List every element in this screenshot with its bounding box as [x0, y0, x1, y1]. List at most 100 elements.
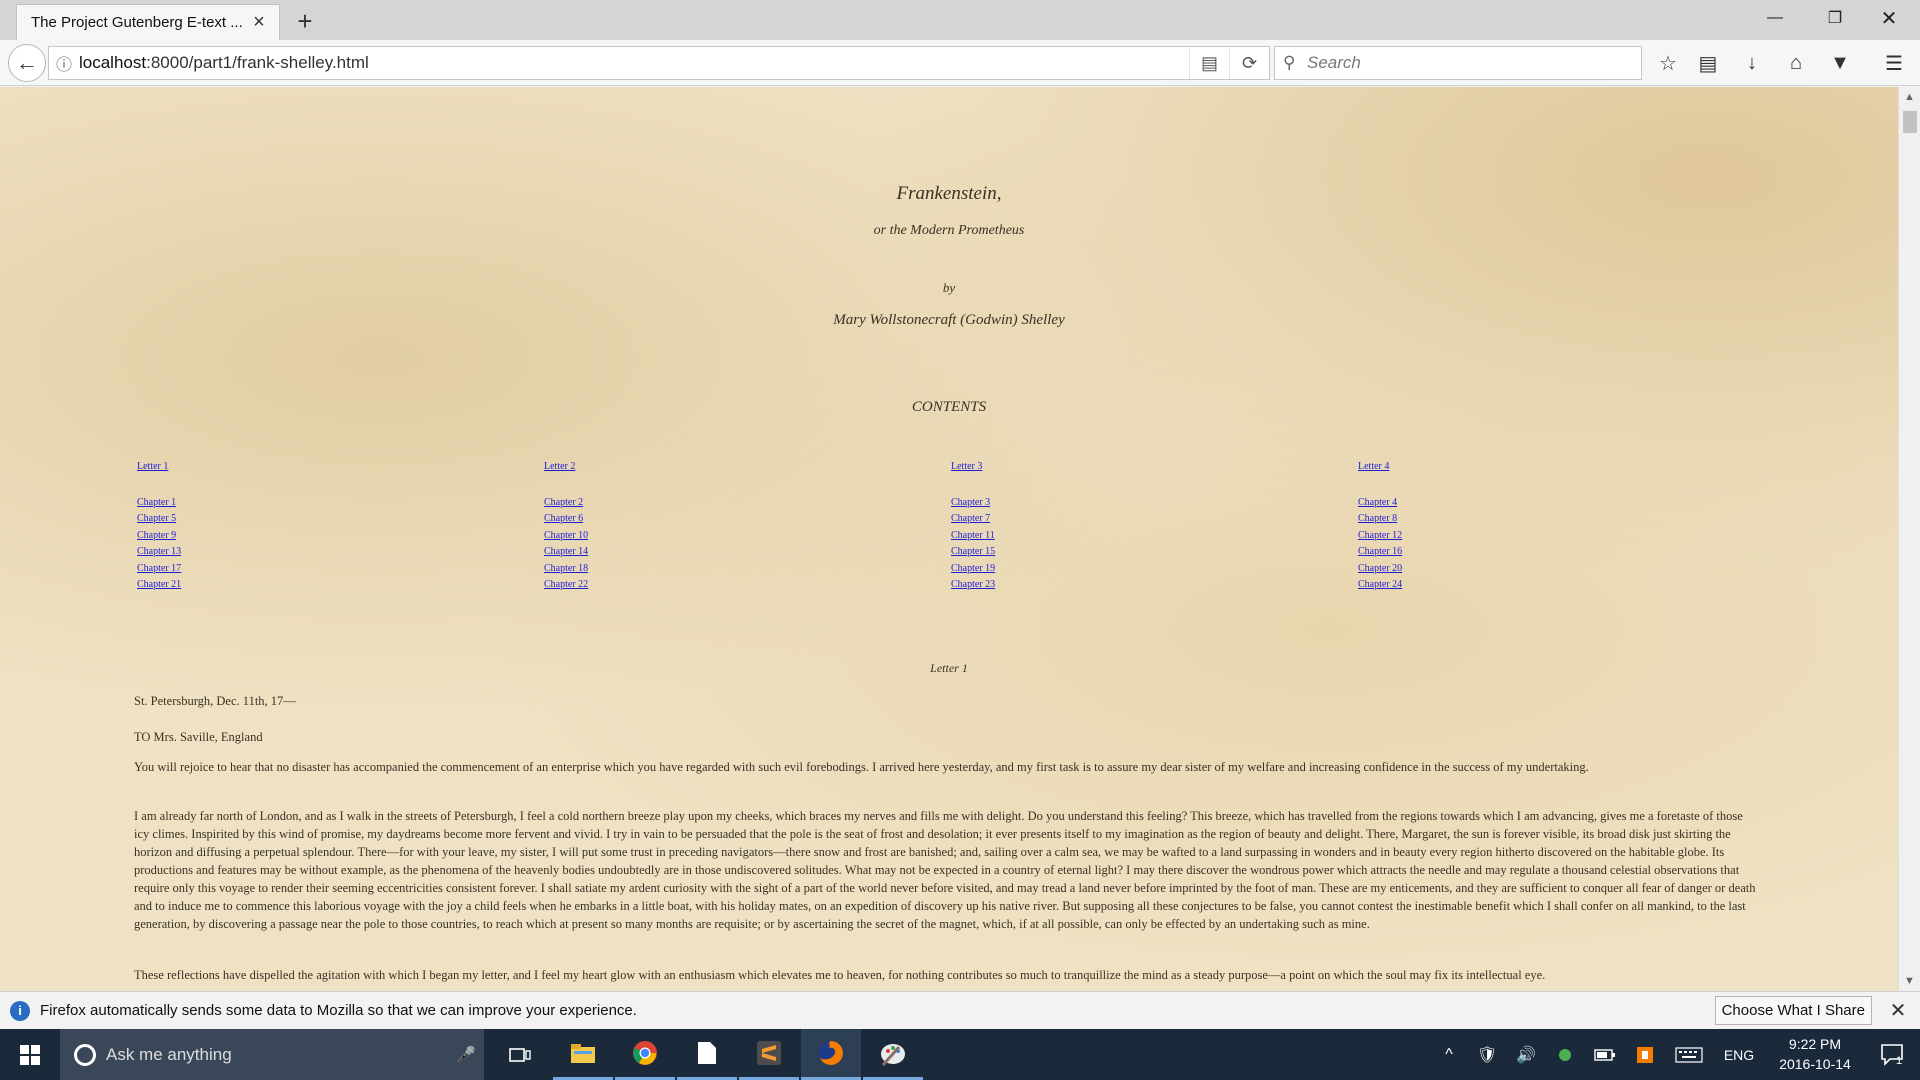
close-window-button[interactable]: ✕ — [1866, 0, 1912, 36]
windows-taskbar: Ask me anything 🎤 ^ 🛡 🔊 ENG 9:22 PM 2016… — [0, 1029, 1920, 1080]
sublime-text-icon — [757, 1041, 781, 1065]
file-explorer-button[interactable] — [553, 1029, 613, 1080]
bookmark-star-icon[interactable]: ☆ — [1650, 48, 1686, 78]
toc-link-chapter[interactable]: Chapter 16 — [1358, 544, 1658, 561]
toc-link-chapter[interactable]: Chapter 19 — [951, 561, 1251, 578]
notification-count: 1 — [1895, 1054, 1903, 1067]
toc-link-chapter[interactable]: Chapter 17 — [137, 561, 437, 578]
paint-icon — [881, 1044, 905, 1066]
cortana-search-box[interactable]: Ask me anything 🎤 — [60, 1029, 484, 1080]
toc-link-chapter[interactable]: Chapter 14 — [544, 544, 844, 561]
url-bar[interactable]: ⓘ localhost:8000/part1/frank-shelley.htm… — [48, 46, 1270, 80]
new-tab-button[interactable]: + — [290, 6, 320, 36]
toc-link-chapter[interactable]: Chapter 6 — [544, 511, 844, 528]
chrome-button[interactable] — [615, 1029, 675, 1080]
cortana-icon — [74, 1043, 96, 1066]
url-text[interactable]: localhost:8000/part1/frank-shelley.html — [79, 53, 1189, 73]
paint-button[interactable] — [863, 1029, 923, 1080]
search-icon: ⚲ — [1283, 53, 1296, 72]
back-arrow-icon: ← — [16, 50, 38, 75]
volume-icon[interactable]: 🔊 — [1512, 1029, 1540, 1080]
toc-link-chapter[interactable]: Chapter 4 — [1358, 495, 1658, 512]
toc-link-chapter[interactable]: Chapter 21 — [137, 577, 437, 594]
document-icon — [698, 1042, 716, 1064]
paragraph: You will rejoice to hear that no disaste… — [134, 760, 1589, 774]
book-subtitle: or the Modern Prometheus — [873, 223, 1025, 238]
toc-link-chapter[interactable]: Chapter 10 — [544, 528, 844, 545]
input-language[interactable]: ENG — [1720, 1029, 1758, 1080]
letter-heading: Letter 1 — [930, 661, 968, 675]
toc-column: Letter 3 Chapter 3 Chapter 7 Chapter 11 … — [951, 459, 1251, 594]
toc-link-chapter[interactable]: Chapter 9 — [137, 528, 437, 545]
downloads-icon[interactable]: ↓ — [1734, 48, 1770, 78]
tab-close-icon[interactable]: × — [249, 11, 269, 33]
cortana-placeholder: Ask me anything — [106, 1044, 232, 1064]
page-content: Frankenstein, or the Modern Prometheus b… — [0, 87, 1898, 991]
search-placeholder: Search — [1307, 53, 1361, 72]
title-bar: The Project Gutenberg E-text ... × + — ❐… — [0, 0, 1920, 40]
toc-link-chapter[interactable]: Chapter 23 — [951, 577, 1251, 594]
sublime-text-button[interactable] — [739, 1029, 799, 1080]
toc-link-chapter[interactable]: Chapter 7 — [951, 511, 1251, 528]
paragraph: I am already far north of London, and as… — [134, 809, 1756, 931]
toc-link-letter[interactable]: Letter 4 — [1358, 459, 1658, 476]
page-scrollbar[interactable]: ▲ ▼ — [1898, 87, 1920, 991]
firefox-button[interactable] — [801, 1029, 861, 1080]
home-icon[interactable]: ⌂ — [1778, 48, 1814, 78]
toc-link-letter[interactable]: Letter 2 — [544, 459, 844, 476]
toc-link-chapter[interactable]: Chapter 15 — [951, 544, 1251, 561]
microphone-icon[interactable]: 🎤 — [448, 1045, 484, 1065]
contents-heading: CONTENTS — [911, 399, 987, 415]
paragraph: These reflections have dispelled the agi… — [134, 968, 1546, 982]
toc-link-chapter[interactable]: Chapter 24 — [1358, 577, 1658, 594]
battery-icon[interactable] — [1592, 1029, 1618, 1080]
toc-link-chapter[interactable]: Chapter 12 — [1358, 528, 1658, 545]
toc-link-chapter[interactable]: Chapter 13 — [137, 544, 437, 561]
toc-link-chapter[interactable]: Chapter 22 — [544, 577, 844, 594]
toc-link-chapter[interactable]: Chapter 8 — [1358, 511, 1658, 528]
navigation-toolbar: ← ⓘ localhost:8000/part1/frank-shelley.h… — [0, 40, 1920, 86]
search-input[interactable]: ⚲ Search — [1274, 46, 1642, 80]
task-view-button[interactable] — [490, 1029, 550, 1080]
url-host: localhost — [79, 53, 147, 72]
toc-link-chapter[interactable]: Chapter 3 — [951, 495, 1251, 512]
minimize-button[interactable]: — — [1752, 0, 1798, 36]
toc-link-chapter[interactable]: Chapter 20 — [1358, 561, 1658, 578]
toc-link-chapter[interactable]: Chapter 1 — [137, 495, 437, 512]
toc-column: Letter 4 Chapter 4 Chapter 8 Chapter 12 … — [1358, 459, 1658, 594]
reader-view-icon[interactable]: ▤ — [1189, 47, 1229, 79]
toc-link-letter[interactable]: Letter 1 — [137, 459, 437, 476]
close-notification-icon[interactable]: ✕ — [1886, 998, 1910, 1023]
back-button[interactable]: ← — [8, 44, 46, 82]
toc-link-chapter[interactable]: Chapter 5 — [137, 511, 437, 528]
network-icon[interactable] — [1552, 1029, 1578, 1080]
menu-icon[interactable]: ☰ — [1876, 48, 1912, 78]
notification-text: Firefox automatically sends some data to… — [40, 1002, 637, 1019]
toc-link-letter[interactable]: Letter 3 — [951, 459, 1251, 476]
choose-what-i-share-button[interactable]: Choose What I Share — [1714, 996, 1872, 1025]
clock[interactable]: 9:22 PM 2016-10-14 — [1760, 1034, 1870, 1074]
firefox-icon — [819, 1041, 843, 1065]
scroll-up-icon[interactable]: ▲ — [1899, 87, 1920, 107]
show-hidden-icons-button[interactable]: ^ — [1436, 1029, 1462, 1080]
by-line: by — [942, 280, 956, 295]
office-upload-icon[interactable] — [1632, 1029, 1658, 1080]
pocket-icon[interactable]: ▼ — [1822, 48, 1858, 78]
toc-link-chapter[interactable]: Chapter 18 — [544, 561, 844, 578]
action-center-button[interactable]: 1 — [1868, 1029, 1914, 1080]
reload-icon[interactable]: ⟳ — [1229, 47, 1269, 79]
document-button[interactable] — [677, 1029, 737, 1080]
scroll-down-icon[interactable]: ▼ — [1899, 971, 1920, 991]
site-info-icon[interactable]: ⓘ — [49, 51, 79, 75]
restore-button[interactable]: ❐ — [1812, 0, 1858, 36]
bookmarks-library-icon[interactable]: ▤ — [1690, 48, 1726, 78]
clock-time: 9:22 PM — [1788, 1036, 1842, 1052]
chrome-icon — [633, 1041, 657, 1065]
scrollbar-thumb[interactable] — [1903, 111, 1917, 133]
toc-link-chapter[interactable]: Chapter 11 — [951, 528, 1251, 545]
tab-active[interactable]: The Project Gutenberg E-text ... × — [16, 4, 280, 40]
start-button[interactable] — [0, 1029, 60, 1080]
toc-link-chapter[interactable]: Chapter 2 — [544, 495, 844, 512]
defender-icon[interactable]: 🛡 — [1474, 1029, 1500, 1080]
keyboard-icon[interactable] — [1672, 1029, 1706, 1080]
